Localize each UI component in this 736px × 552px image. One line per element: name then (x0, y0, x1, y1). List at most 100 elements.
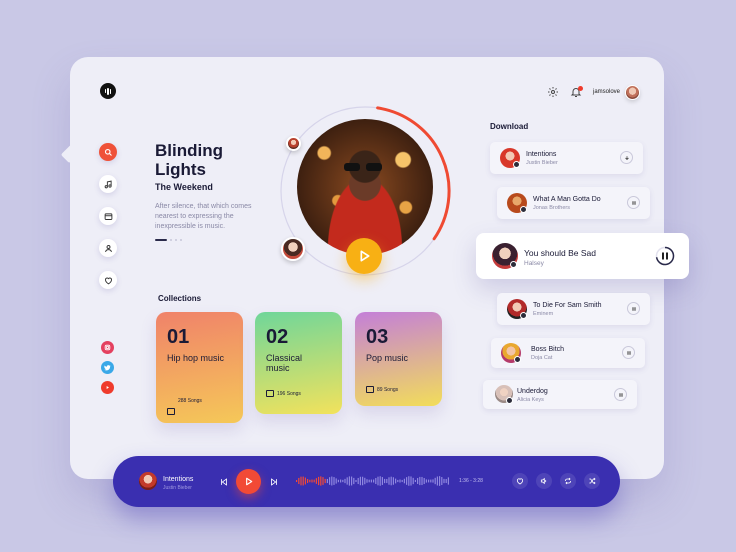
nav-library[interactable] (99, 207, 117, 225)
player-play-button[interactable] (236, 469, 261, 494)
waveform-bar (421, 476, 423, 486)
album-cover (297, 119, 433, 255)
track-artist: Halsey (524, 260, 544, 267)
collection-number: 02 (266, 326, 289, 348)
featured-play-button[interactable] (346, 238, 382, 274)
orbit-avatar-1[interactable] (286, 136, 301, 151)
pause-icon (632, 306, 635, 311)
pause-button[interactable] (622, 346, 635, 359)
track-badge (520, 206, 527, 213)
username[interactable]: jamsolove (593, 89, 620, 95)
settings-icon[interactable] (547, 86, 559, 98)
carousel-dots[interactable] (155, 239, 182, 241)
waveform-bar (388, 477, 390, 485)
player-time: 1:36 - 3:28 (459, 478, 483, 484)
waveform-bar (318, 476, 320, 486)
waveform-bar (445, 478, 447, 484)
heart-icon (516, 478, 524, 485)
waveform-bar (368, 479, 370, 483)
waveform-bar (344, 478, 346, 484)
orbit-avatar-2[interactable] (281, 237, 305, 261)
waveform-bar (324, 478, 326, 484)
featured-title: Blinding Lights (155, 141, 223, 179)
download-item[interactable]: To Die For Sam Smith Eminem (497, 293, 650, 325)
waveform-bar (348, 476, 350, 486)
user-icon (104, 244, 112, 252)
waveform-bar (406, 477, 408, 485)
collections-heading: Collections (158, 294, 202, 303)
nav-profile[interactable] (99, 239, 117, 257)
youtube-icon (106, 386, 109, 389)
notification-dot (578, 86, 583, 91)
waveform-bar (436, 476, 438, 486)
track-artist: Jonas Brothers (533, 205, 570, 211)
instagram-link[interactable] (101, 341, 114, 354)
collection-number: 03 (366, 326, 389, 348)
waveform-bar (386, 478, 388, 484)
shuffle-button[interactable] (584, 473, 600, 489)
waveform-bar (430, 479, 432, 483)
track-artist: Justin Bieber (526, 160, 558, 166)
download-item[interactable]: Underdog Alicia Keys (483, 380, 637, 409)
download-item-active[interactable]: You should Be Sad Halsey (476, 233, 689, 279)
pause-button[interactable] (627, 196, 640, 209)
waveform-bar (373, 479, 375, 483)
waveform-bar (342, 479, 344, 483)
pause-icon (632, 200, 635, 205)
waveform-bar (355, 479, 357, 483)
pause-button[interactable] (614, 388, 627, 401)
logo-icon[interactable] (100, 83, 116, 99)
track-badge (506, 397, 513, 404)
bell-icon[interactable] (570, 86, 583, 98)
collection-card-3[interactable]: 03 Pop music 89 Songs (355, 312, 442, 406)
download-button[interactable] (620, 151, 633, 164)
nav-favorites[interactable] (99, 271, 117, 289)
waveform-scrubber[interactable] (296, 472, 450, 490)
waveform-bar (423, 478, 425, 484)
download-item[interactable]: Boss Bitch Doja Cat (491, 338, 645, 368)
repeat-button[interactable] (560, 473, 576, 489)
pause-icon (619, 392, 622, 397)
next-button[interactable] (268, 476, 280, 488)
waveform-bar (397, 479, 399, 483)
like-button[interactable] (512, 473, 528, 489)
volume-icon (540, 477, 547, 485)
track-artist: Eminem (533, 311, 554, 317)
pause-icon (627, 350, 630, 355)
waveform-bar (379, 476, 381, 486)
waveform-bar (362, 476, 364, 486)
pause-button[interactable] (627, 302, 640, 315)
waveform-bar (329, 477, 331, 485)
waveform-bar (322, 477, 324, 485)
previous-button[interactable] (218, 476, 230, 488)
track-artist: Doja Cat (531, 355, 553, 361)
download-item[interactable]: Intentions Justin Bieber (490, 142, 643, 174)
waveform-bar (401, 479, 403, 483)
collection-card-2[interactable]: 02 Classical music 196 Songs (255, 312, 342, 414)
waveform-bar (395, 478, 397, 484)
nav-search[interactable] (99, 143, 117, 161)
nav-music[interactable] (99, 175, 117, 193)
track-title: Underdog (517, 388, 548, 395)
collection-song-count: 196 Songs (277, 391, 301, 397)
player-track-artist: Justin Bieber (163, 485, 192, 491)
waveform-bar (357, 477, 359, 485)
volume-button[interactable] (536, 473, 552, 489)
collection-name: Hip hop music (167, 353, 225, 363)
track-artist: Alicia Keys (517, 397, 544, 403)
user-avatar[interactable] (625, 85, 640, 100)
collection-card-1[interactable]: 01 Hip hop music 288 Songs (156, 312, 243, 423)
waveform-bar (366, 479, 368, 483)
waveform-bar (346, 477, 348, 485)
youtube-link[interactable] (101, 381, 114, 394)
track-title: To Die For Sam Smith (533, 302, 602, 309)
track-progress-ring[interactable] (655, 246, 675, 266)
waveform-bar (447, 477, 449, 485)
album-cover-sunglasses (344, 163, 384, 171)
waveform-bar (309, 479, 311, 483)
calendar-icon (167, 408, 175, 415)
download-item[interactable]: What A Man Gotta Do Jonas Brothers (497, 187, 650, 219)
waveform-bar (335, 478, 337, 484)
waveform-bar (417, 478, 419, 484)
twitter-link[interactable] (101, 361, 114, 374)
